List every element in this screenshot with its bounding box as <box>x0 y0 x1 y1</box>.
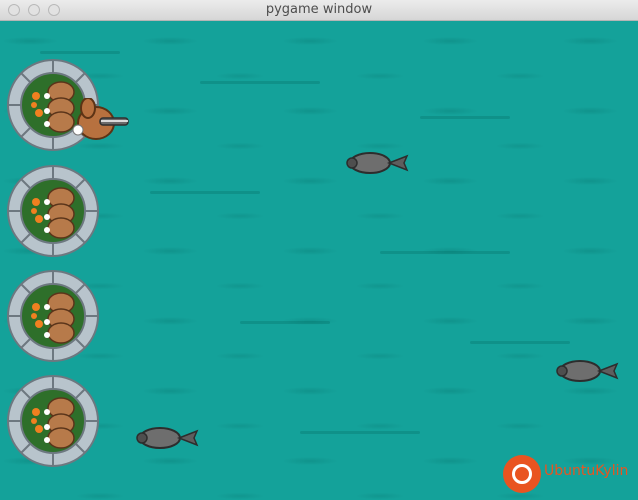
water-wave <box>150 191 260 194</box>
water-wave <box>470 341 570 344</box>
badger-enemy <box>556 360 619 382</box>
water-wave <box>300 431 420 434</box>
ubuntu-logo-ring <box>512 464 532 484</box>
title-bar: pygame window <box>0 0 638 21</box>
badger-enemy <box>136 427 199 449</box>
ubuntu-watermark-text: UbuntuKylin <box>544 463 629 479</box>
water-wave <box>240 321 330 324</box>
badger-enemy <box>346 152 409 174</box>
stone-turret <box>7 270 99 362</box>
water-wave <box>40 51 120 54</box>
player-rabbit[interactable] <box>68 98 132 148</box>
game-canvas[interactable] <box>0 21 638 500</box>
stone-turret <box>7 165 99 257</box>
water-wave <box>200 81 320 84</box>
game-window: pygame window UbuntuKylin <box>0 0 638 500</box>
stone-turret <box>7 375 99 467</box>
water-wave <box>380 251 510 254</box>
ubuntu-logo-icon <box>503 455 541 493</box>
water-wave <box>420 116 510 119</box>
window-title: pygame window <box>265 2 373 17</box>
